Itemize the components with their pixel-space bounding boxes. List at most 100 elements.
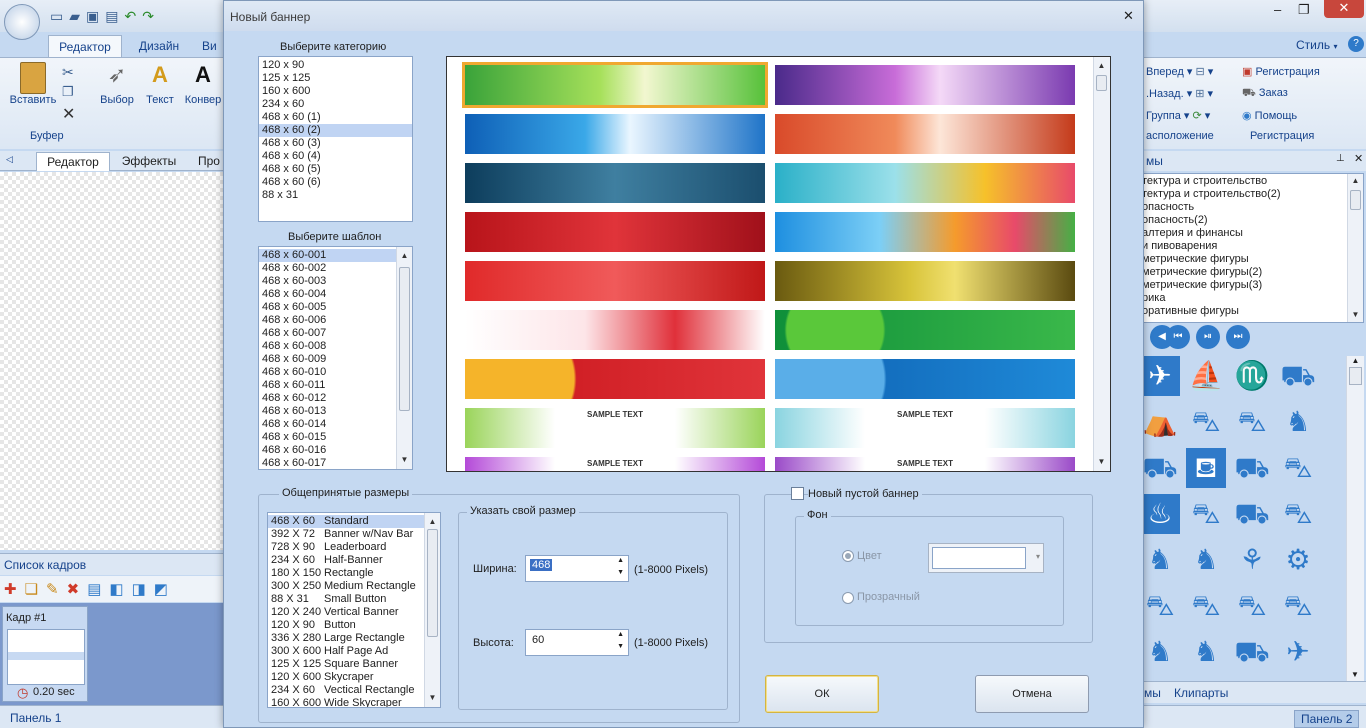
clipart-scrollbar[interactable]: ▲ ▼ <box>1346 356 1364 681</box>
send-back-button[interactable]: .Назад. ▾ ⊞ ▾ <box>1146 87 1213 100</box>
new-empty-checkbox[interactable] <box>791 487 804 500</box>
size-item[interactable]: 234 X 60 Vectical Rectangle <box>268 684 440 697</box>
transparent-radio[interactable] <box>842 592 854 604</box>
scooter-icon[interactable]: ⚘ <box>1232 540 1272 580</box>
banner-thumbnail[interactable] <box>465 310 765 350</box>
car-icon[interactable]: ⛍ <box>1278 586 1318 626</box>
drone-icon[interactable]: ♞ <box>1140 540 1180 580</box>
template-item[interactable]: 468 x 60-008 <box>259 340 412 353</box>
template-item[interactable]: 468 x 60-003 <box>259 275 412 288</box>
car-icon[interactable]: ⛟ <box>1232 448 1272 488</box>
template-item[interactable]: 468 x 60-017 <box>259 457 412 469</box>
template-item[interactable]: 468 x 60-002 <box>259 262 412 275</box>
van-icon[interactable]: ⛟ <box>1232 494 1272 534</box>
template-item[interactable]: 468 x 60-006 <box>259 314 412 327</box>
app-logo[interactable] <box>4 4 40 40</box>
bag-icon[interactable]: ⛺ <box>1140 402 1180 442</box>
category-item[interactable]: 468 x 60 (1) <box>259 111 412 124</box>
tab-design[interactable]: Дизайн <box>128 39 190 53</box>
frame-options-icon[interactable]: ▤ <box>87 581 109 598</box>
color-picker[interactable]: ▾ <box>928 543 1044 573</box>
category-item[interactable]: 468 x 60 (4) <box>259 150 412 163</box>
pin-icon[interactable]: ⊥ <box>1336 153 1345 164</box>
save-icon[interactable]: ▣ <box>86 8 105 24</box>
clipart-category-item[interactable]: метрические фигуры(3) <box>1139 279 1363 292</box>
banner-thumbnail[interactable] <box>462 62 768 108</box>
color-radio[interactable] <box>842 550 854 562</box>
motorbike-icon[interactable]: ♞ <box>1278 402 1318 442</box>
minimize-icon[interactable]: – <box>1274 2 1281 17</box>
text-tool-button[interactable]: A Текст <box>142 62 178 106</box>
clipart-category-item[interactable]: тектура и строительство <box>1139 175 1363 188</box>
common-sizes-list[interactable]: 468 X 60 Standard 392 X 72 Banner w/Nav Bar… <box>267 512 441 708</box>
banner-thumbnail[interactable]: SAMPLE TEXT <box>465 457 765 471</box>
car-icon[interactable]: ⛟ <box>1278 356 1318 396</box>
print-icon[interactable]: ▤ <box>105 8 124 24</box>
category-item[interactable]: 468 x 60 (2) <box>259 124 412 137</box>
banner-thumbnail[interactable]: SAMPLE TEXT <box>465 408 765 448</box>
template-item[interactable]: 468 x 60-009 <box>259 353 412 366</box>
template-item[interactable]: 468 x 60-010 <box>259 366 412 379</box>
scorpion-icon[interactable]: ♏ <box>1232 356 1272 396</box>
clipart-category-item[interactable]: тектура и строительство(2) <box>1139 188 1363 201</box>
category-item[interactable]: 120 x 90 <box>259 59 412 72</box>
frame-thumbnail[interactable]: Кадр #1 ◷ 0.20 sec <box>2 606 88 702</box>
truck-icon[interactable]: ⛍ <box>1278 448 1318 488</box>
order-button[interactable]: ⛟ Заказ <box>1242 87 1288 101</box>
category-item[interactable]: 160 x 600 <box>259 85 412 98</box>
banner-thumbnail[interactable]: SAMPLE TEXT <box>775 408 1075 448</box>
category-item[interactable]: 468 x 60 (3) <box>259 137 412 150</box>
spin-down-icon[interactable]: ▼ <box>617 569 624 576</box>
clipart-category-item[interactable]: и пивоварения <box>1139 240 1363 253</box>
tram-icon[interactable]: ⛍ <box>1232 586 1272 626</box>
close-panel-icon[interactable]: ✕ <box>1354 152 1363 165</box>
delete-frame-icon[interactable]: ✖ <box>67 581 88 598</box>
size-item[interactable]: 468 X 60 Standard <box>268 515 440 528</box>
size-item[interactable]: 120 X 600 Skycraper <box>268 671 440 684</box>
edit-frame-icon[interactable]: ✎ <box>46 581 67 598</box>
banner-thumbnail[interactable] <box>775 310 1075 350</box>
motorbike-icon[interactable]: ♞ <box>1140 632 1180 672</box>
van-icon[interactable]: ⛟ <box>1232 632 1272 672</box>
open-folder-icon[interactable]: ▰ <box>69 8 86 24</box>
register-button[interactable]: ▣ Регистрация <box>1242 65 1320 78</box>
boat-icon[interactable]: ⛵ <box>1186 356 1226 396</box>
next-icon[interactable]: ⏯ <box>1196 325 1220 349</box>
scroll-up-icon[interactable]: ▲ <box>1347 356 1364 365</box>
clipart-category-item[interactable]: опасность(2) <box>1139 214 1363 227</box>
category-item[interactable]: 468 x 60 (5) <box>259 163 412 176</box>
copy-icon[interactable]: ❐ <box>62 84 74 100</box>
width-spinner[interactable]: 468 ▲ ▼ <box>525 555 629 582</box>
truck-icon[interactable]: ⛟ <box>1140 448 1180 488</box>
suitcase-icon[interactable]: ⛍ <box>1186 402 1226 442</box>
template-item[interactable]: 468 x 60-015 <box>259 431 412 444</box>
new-file-icon[interactable]: ▭ <box>50 8 69 24</box>
tab-view[interactable]: Ви <box>202 39 224 53</box>
size-item[interactable]: 160 X 600 Wide Skycraper <box>268 697 440 707</box>
category-item[interactable]: 88 x 31 <box>259 189 412 202</box>
size-item[interactable]: 88 X 31 Small Button <box>268 593 440 606</box>
dialog-close-icon[interactable]: ✕ <box>1123 8 1134 24</box>
prev-icon[interactable]: ⏮ <box>1166 325 1190 349</box>
bring-forward-button[interactable]: Вперед ▾ ⊟ ▾ <box>1146 65 1213 78</box>
banner-thumbnail[interactable] <box>775 114 1075 154</box>
template-item[interactable]: 468 x 60-001 <box>259 249 412 262</box>
banner-thumbnail[interactable] <box>465 163 765 203</box>
left-tab-effects[interactable]: Эффекты <box>116 154 182 168</box>
banner-thumbnail[interactable] <box>775 163 1075 203</box>
template-item[interactable]: 468 x 60-013 <box>259 405 412 418</box>
banner-thumbnail[interactable] <box>775 212 1075 252</box>
gear-icon[interactable]: ⚙ <box>1278 540 1318 580</box>
help-icon[interactable]: ? <box>1348 36 1364 52</box>
ok-button[interactable]: ОК <box>765 675 879 713</box>
width-input[interactable]: 468 <box>530 559 553 571</box>
left-tabs-prev-icon[interactable]: ◁ <box>6 154 13 165</box>
spin-up-icon[interactable]: ▲ <box>617 631 624 638</box>
category-item[interactable]: 125 x 125 <box>259 72 412 85</box>
banner-thumbnail[interactable] <box>465 114 765 154</box>
frame-end-icon[interactable]: ◩ <box>154 581 176 598</box>
banner-thumbnail[interactable]: SAMPLE TEXT <box>775 457 1075 471</box>
paste-button[interactable]: Вставить <box>8 62 58 112</box>
banner-thumbnail[interactable] <box>465 212 765 252</box>
template-item[interactable]: 468 x 60-016 <box>259 444 412 457</box>
